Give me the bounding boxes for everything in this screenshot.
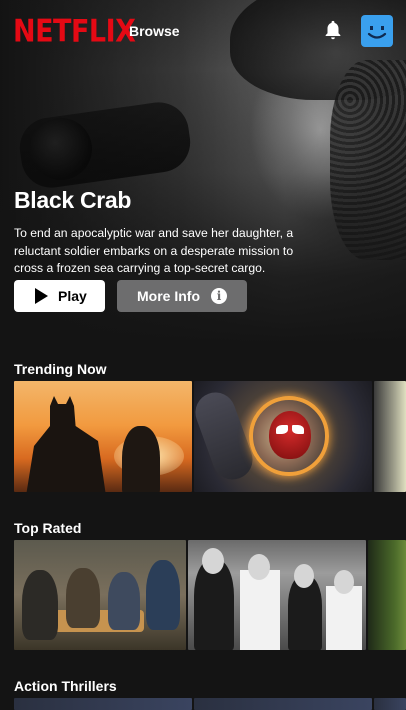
poster-face bbox=[202, 548, 224, 574]
play-button[interactable]: Play bbox=[14, 280, 105, 312]
play-icon bbox=[35, 288, 48, 304]
poster-woman-silhouette bbox=[122, 426, 160, 492]
poster-face bbox=[294, 564, 314, 588]
title-card-partial[interactable] bbox=[14, 698, 192, 710]
row-title-action-thrillers: Action Thrillers bbox=[14, 678, 117, 694]
title-card-parasite[interactable] bbox=[14, 540, 186, 650]
info-icon: i bbox=[211, 288, 227, 304]
more-info-button-label: More Info bbox=[137, 288, 200, 304]
title-card-partial[interactable] bbox=[374, 698, 406, 710]
play-button-label: Play bbox=[58, 288, 87, 304]
hero-description: To end an apocalyptic war and save her d… bbox=[14, 226, 294, 275]
title-card-spider-man[interactable] bbox=[194, 381, 372, 492]
poster-batman-silhouette bbox=[26, 396, 106, 492]
poster-person bbox=[22, 570, 58, 640]
bell-icon[interactable] bbox=[322, 19, 344, 41]
row-title-top-rated: Top Rated bbox=[14, 520, 82, 536]
more-info-button[interactable]: More Info i bbox=[117, 280, 247, 312]
row-title-trending: Trending Now bbox=[14, 361, 107, 377]
poster-shirt bbox=[240, 570, 280, 650]
browse-link[interactable]: Browse bbox=[129, 23, 180, 39]
poster-person bbox=[146, 560, 180, 630]
poster-person bbox=[108, 572, 140, 630]
poster-shirt bbox=[326, 586, 362, 650]
poster-face bbox=[248, 554, 270, 580]
poster-spider-mask bbox=[269, 411, 311, 459]
title-card-12-angry-men[interactable] bbox=[188, 540, 366, 650]
title-card-partial[interactable] bbox=[368, 540, 406, 650]
title-card-the-batman[interactable] bbox=[14, 381, 192, 492]
poster-person bbox=[66, 568, 100, 628]
hero-title: Black Crab bbox=[14, 187, 132, 213]
profile-avatar-icon[interactable] bbox=[361, 15, 393, 47]
top-nav: NETFLIX Browse bbox=[0, 0, 406, 62]
smiley-icon bbox=[367, 26, 387, 39]
title-card-partial[interactable] bbox=[194, 698, 372, 710]
title-card-partial[interactable] bbox=[374, 381, 406, 492]
poster-face bbox=[334, 570, 354, 594]
netflix-logo[interactable]: NETFLIX bbox=[13, 14, 136, 50]
